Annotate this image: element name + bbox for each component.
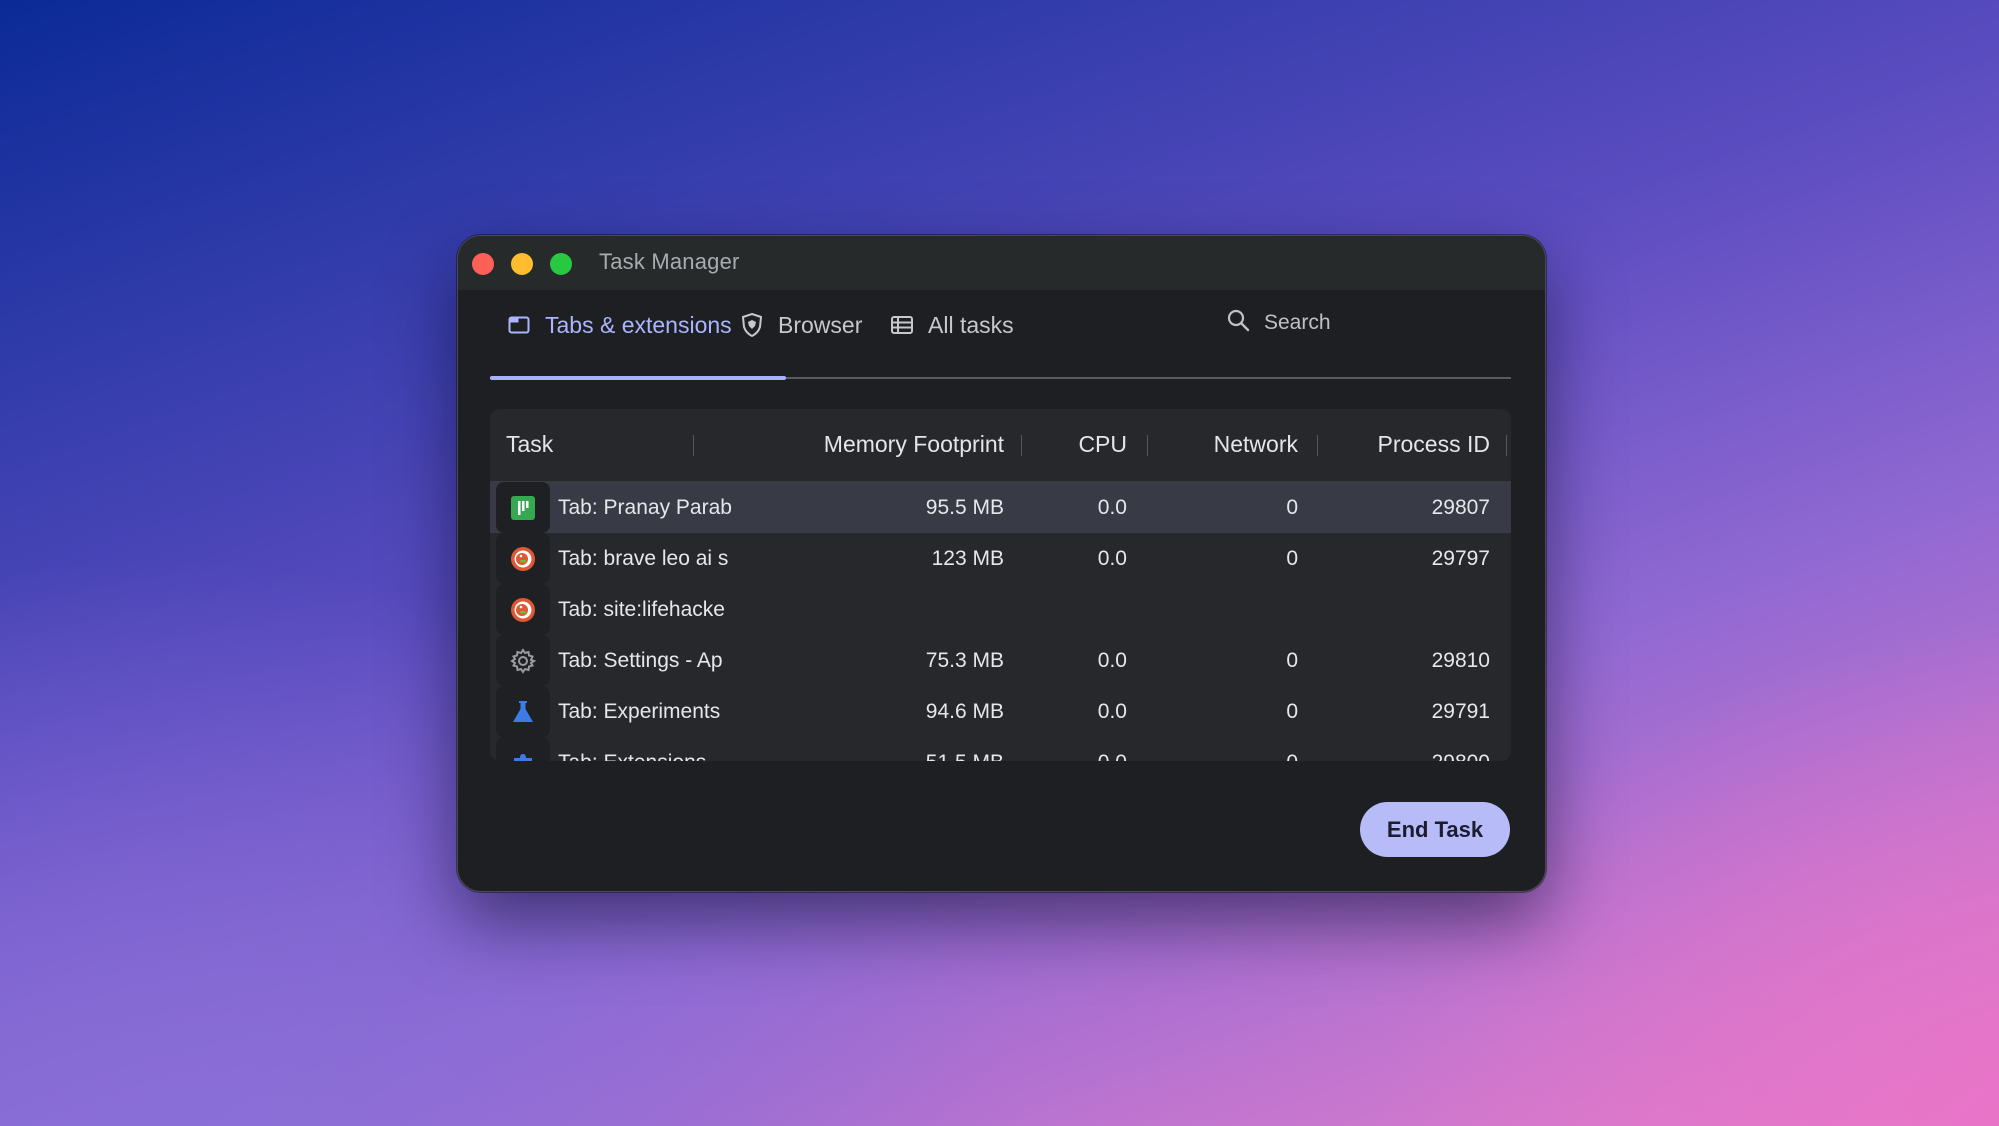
- table-row[interactable]: Tab: Pranay Parab 95.5 MB 0.0 0 29807: [490, 482, 1511, 533]
- tab-window-icon: [508, 316, 530, 334]
- process-id-value: 29797: [1431, 547, 1490, 570]
- close-window-button[interactable]: [472, 253, 494, 275]
- search-field[interactable]: Search: [1226, 306, 1331, 340]
- table-header: Task Memory Footprint CPU Network Proces…: [490, 409, 1511, 482]
- process-id-value: 29807: [1431, 496, 1490, 519]
- column-resizer[interactable]: [1317, 435, 1318, 456]
- memory-value: 75.3 MB: [925, 649, 1004, 672]
- tab-browser[interactable]: Browser: [741, 308, 862, 342]
- network-value: 0: [1286, 649, 1298, 672]
- process-id-value: 29810: [1431, 649, 1490, 672]
- maximize-window-button[interactable]: [550, 253, 572, 275]
- column-resizer[interactable]: [1021, 435, 1022, 456]
- duckduckgo-icon: [496, 533, 550, 584]
- flask-icon: [496, 686, 550, 737]
- process-id-value: 29791: [1431, 700, 1490, 723]
- cpu-value: 0.0: [1097, 547, 1127, 570]
- tab-label: Browser: [778, 311, 863, 338]
- window-title: Task Manager: [599, 249, 740, 274]
- column-resizer[interactable]: [1147, 435, 1148, 456]
- cpu-value: 0.0: [1097, 496, 1127, 519]
- search-icon: [1226, 308, 1250, 338]
- network-value: 0: [1286, 751, 1298, 761]
- duckduckgo-icon: [496, 584, 550, 635]
- green-document-icon: [496, 482, 550, 533]
- cpu-value: 0.0: [1098, 751, 1127, 761]
- title-bar[interactable]: Task Manager: [458, 236, 1545, 290]
- column-header-cpu[interactable]: CPU: [1078, 431, 1127, 458]
- memory-value: 95.5 MB: [925, 496, 1004, 519]
- end-task-button[interactable]: End Task: [1360, 802, 1510, 857]
- task-name: Tab: Settings - Ap: [558, 649, 723, 672]
- column-header-network[interactable]: Network: [1214, 431, 1298, 458]
- task-manager-window: Task Manager Tabs & extensions Browser A…: [457, 235, 1546, 892]
- memory-value: 94.6 MB: [925, 700, 1004, 723]
- task-table: Task Memory Footprint CPU Network Proces…: [490, 409, 1511, 761]
- network-value: 0: [1286, 496, 1298, 519]
- brave-shield-icon: [741, 313, 763, 337]
- tab-label: Tabs & extensions: [545, 311, 732, 338]
- memory-value: 51.5 MB: [926, 751, 1004, 761]
- column-resizer[interactable]: [1506, 435, 1507, 456]
- search-label: Search: [1264, 311, 1331, 334]
- minimize-window-button[interactable]: [511, 253, 533, 275]
- memory-value: 123 MB: [931, 547, 1004, 570]
- gear-icon: [496, 635, 550, 686]
- column-header-memory[interactable]: Memory Footprint: [824, 431, 1004, 458]
- list-icon: [891, 316, 913, 334]
- table-body: Tab: Pranay Parab 95.5 MB 0.0 0 29807 Ta…: [490, 482, 1511, 761]
- column-header-process-id[interactable]: Process ID: [1378, 431, 1490, 458]
- table-row[interactable]: Tab: site:lifehacke: [490, 584, 1511, 635]
- active-tab-indicator: [490, 376, 786, 380]
- tab-all-tasks[interactable]: All tasks: [891, 308, 1014, 342]
- process-id-value: 29800: [1432, 751, 1490, 761]
- table-row[interactable]: Tab: Extensions 51.5 MB 0.0 0 29800: [490, 737, 1511, 761]
- task-name: Tab: Experiments: [558, 700, 721, 723]
- network-value: 0: [1286, 547, 1298, 570]
- puzzle-icon: [496, 737, 550, 761]
- task-name: Tab: Extensions: [558, 751, 736, 761]
- task-name: Tab: brave leo ai s: [558, 547, 729, 570]
- column-header-task[interactable]: Task: [506, 431, 553, 458]
- task-name: Tab: Pranay Parab: [558, 496, 732, 519]
- column-resizer[interactable]: [693, 435, 694, 456]
- task-name: Tab: site:lifehacke: [558, 598, 725, 621]
- table-row[interactable]: Tab: brave leo ai s 123 MB 0.0 0 29797: [490, 533, 1511, 584]
- cpu-value: 0.0: [1097, 649, 1127, 672]
- tab-tabs-and-extensions[interactable]: Tabs & extensions: [508, 308, 732, 342]
- cpu-value: 0.0: [1097, 700, 1127, 723]
- tab-label: All tasks: [928, 311, 1014, 338]
- network-value: 0: [1286, 700, 1298, 723]
- table-row[interactable]: Tab: Settings - Ap 75.3 MB 0.0 0 29810: [490, 635, 1511, 686]
- table-row[interactable]: Tab: Experiments 94.6 MB 0.0 0 29791: [490, 686, 1511, 737]
